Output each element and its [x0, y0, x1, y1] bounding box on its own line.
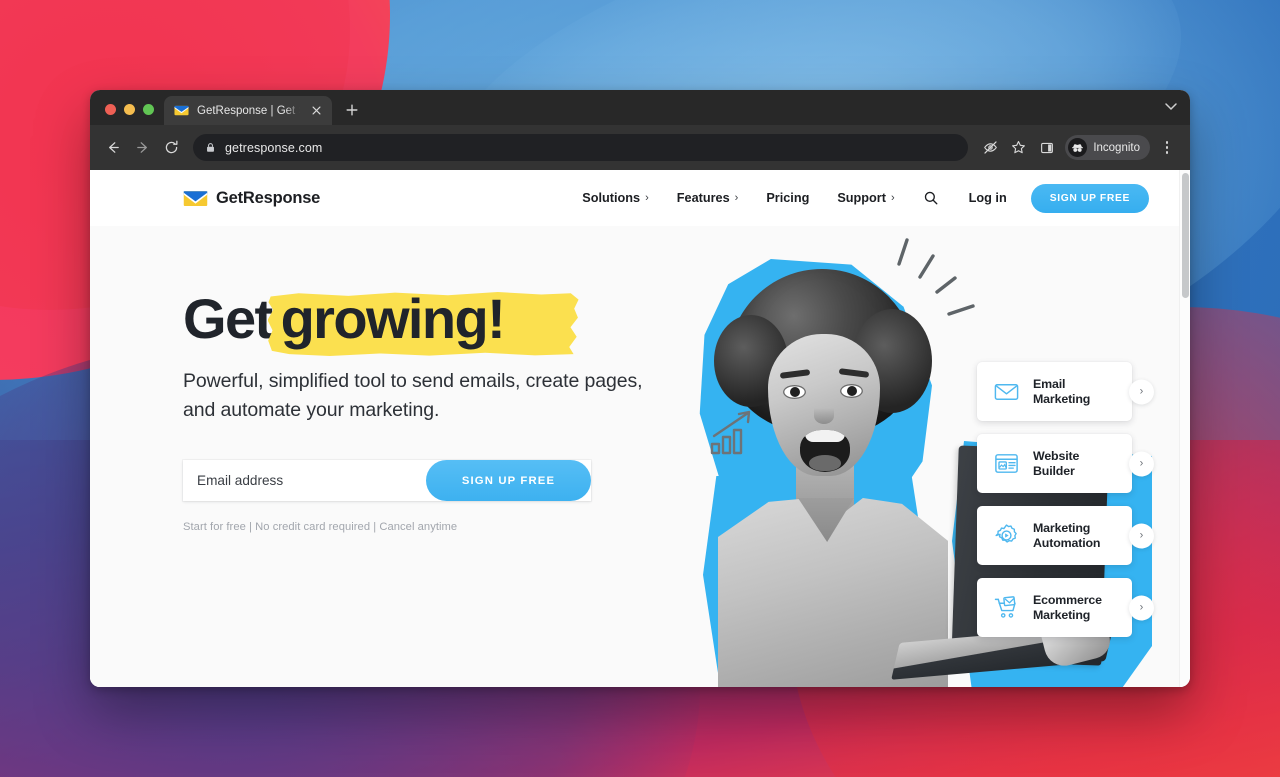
chevron-right-icon: ›: [890, 192, 895, 204]
hero-headline: Get growing!: [183, 287, 653, 356]
page-viewport: GetResponse Solutions › Features › Prici…: [90, 170, 1190, 687]
gear-play-icon: [993, 522, 1020, 549]
bar-chart-arrow-doodle-icon: [710, 410, 751, 455]
nav-item-features[interactable]: Features ›: [663, 191, 753, 205]
close-icon[interactable]: [308, 103, 324, 119]
envelope-icon: [993, 378, 1020, 405]
hero-form-note: Start for free | No credit card required…: [183, 521, 458, 534]
headline-plain-text: Get: [183, 287, 273, 350]
eye-slash-icon[interactable]: [977, 134, 1004, 161]
feature-card-label: Website Builder: [1033, 449, 1079, 479]
kebab-menu-icon[interactable]: [1156, 137, 1178, 159]
arrow-right-icon[interactable]: [129, 134, 156, 161]
close-window-button[interactable]: [105, 104, 116, 115]
chevron-right-icon[interactable]: ›: [1129, 451, 1154, 476]
feature-card-label: Ecommerce Marketing: [1033, 593, 1102, 623]
site-header: GetResponse Solutions › Features › Prici…: [90, 170, 1179, 226]
signup-free-nav-button[interactable]: SIGN UP FREE: [1030, 183, 1149, 213]
cart-envelope-icon: [993, 594, 1020, 621]
reload-icon[interactable]: [158, 134, 185, 161]
hero-signup-form: SIGN UP FREE: [183, 460, 591, 502]
photo-tongue: [809, 455, 841, 471]
feature-card-label: Email Marketing: [1033, 377, 1090, 407]
browser-tab[interactable]: GetResponse | Get Started with: [164, 96, 332, 125]
new-tab-button[interactable]: [338, 96, 366, 124]
search-icon[interactable]: [909, 190, 953, 206]
nav-item-label: Support: [837, 191, 886, 205]
chevron-right-icon[interactable]: ›: [1129, 595, 1154, 620]
window-traffic-lights: [90, 104, 164, 125]
headline-highlight: growing!: [267, 287, 579, 356]
feature-card-line2: Builder: [1033, 463, 1075, 478]
getresponse-envelope-logo-icon: [183, 189, 208, 207]
feature-card-marketing-automation[interactable]: Marketing Automation ›: [977, 506, 1154, 565]
brand-home-link[interactable]: GetResponse: [183, 189, 320, 208]
nav-item-label: Features: [676, 191, 730, 205]
chevron-right-icon[interactable]: ›: [1129, 523, 1154, 548]
nav-item-support[interactable]: Support ›: [823, 191, 908, 205]
arrow-left-icon[interactable]: [100, 134, 127, 161]
chevron-right-icon: ›: [734, 192, 739, 204]
address-bar[interactable]: getresponse.com: [193, 134, 969, 161]
headline-highlight-text: growing!: [280, 287, 506, 350]
login-link[interactable]: Log in: [953, 191, 1023, 205]
nav-item-pricing[interactable]: Pricing: [752, 191, 823, 205]
chevron-right-icon[interactable]: ›: [1129, 379, 1154, 404]
photo-pupil-left: [790, 387, 800, 397]
page-scrollbar-thumb[interactable]: [1182, 173, 1189, 298]
desktop-wallpaper: GetResponse | Get Started with: [0, 0, 1280, 777]
toolbar-actions: Incognito: [977, 134, 1178, 161]
feature-card-ecommerce-marketing[interactable]: Ecommerce Marketing ›: [977, 578, 1154, 637]
getresponse-envelope-favicon-icon: [174, 103, 189, 118]
page-scrollbar[interactable]: [1179, 170, 1190, 687]
speed-lines-doodle-icon: [897, 238, 975, 316]
hero-section: Get growing! Powerful, simplified tool to…: [90, 226, 1179, 687]
signup-free-submit-button[interactable]: SIGN UP FREE: [426, 460, 591, 502]
nav-item-label: Pricing: [766, 191, 810, 205]
brand-name: GetResponse: [216, 188, 321, 207]
browser-tab-strip: GetResponse | Get Started with: [90, 90, 1190, 125]
feature-card-line2: Automation: [1033, 535, 1101, 550]
side-panel-icon[interactable]: [1033, 134, 1060, 161]
feature-card-line2: Marketing: [1033, 607, 1091, 622]
feature-card-website-builder[interactable]: Website Builder ›: [977, 434, 1154, 493]
feature-card-list: Email Marketing › Website Builder › Mark…: [977, 362, 1154, 650]
incognito-spy-icon: [1068, 138, 1088, 157]
webpage-content: GetResponse Solutions › Features › Prici…: [90, 170, 1179, 687]
feature-card-label: Marketing Automation: [1033, 521, 1100, 551]
photo-pupil-right: [847, 386, 857, 396]
hero-subheadline: Powerful, simplified tool to send emails…: [183, 369, 643, 422]
feature-card-line2: Marketing: [1033, 391, 1091, 406]
chevron-right-icon: ›: [645, 192, 649, 204]
profile-incognito-button[interactable]: Incognito: [1065, 135, 1150, 160]
photo-nose: [814, 408, 834, 424]
website-page-icon: [993, 450, 1020, 477]
maximize-window-button[interactable]: [143, 104, 154, 115]
feature-card-email-marketing[interactable]: Email Marketing ›: [977, 362, 1154, 421]
main-navigation: Solutions › Features › Pricing Support ›…: [568, 183, 1149, 213]
browser-toolbar: getresponse.com Incognito: [90, 125, 1190, 170]
browser-window: GetResponse | Get Started with: [90, 90, 1190, 687]
feature-card-line1: Marketing: [1033, 520, 1091, 535]
chevron-down-icon[interactable]: [1162, 97, 1180, 115]
nav-item-solutions[interactable]: Solutions ›: [568, 191, 662, 205]
photo-open-mouth: [800, 430, 850, 472]
lock-icon: [205, 142, 216, 153]
photo-teeth: [805, 430, 845, 442]
feature-card-line1: Ecommerce: [1033, 592, 1102, 607]
feature-card-line1: Email: [1033, 376, 1066, 391]
star-icon[interactable]: [1005, 134, 1032, 161]
address-bar-url: getresponse.com: [225, 140, 323, 155]
hero-copy: Get growing! Powerful, simplified tool to…: [183, 287, 653, 534]
browser-tab-title: GetResponse | Get Started with: [197, 104, 300, 117]
feature-card-line1: Website: [1033, 448, 1080, 463]
minimize-window-button[interactable]: [124, 104, 135, 115]
nav-item-label: Solutions: [582, 191, 641, 205]
profile-label: Incognito: [1093, 141, 1140, 154]
